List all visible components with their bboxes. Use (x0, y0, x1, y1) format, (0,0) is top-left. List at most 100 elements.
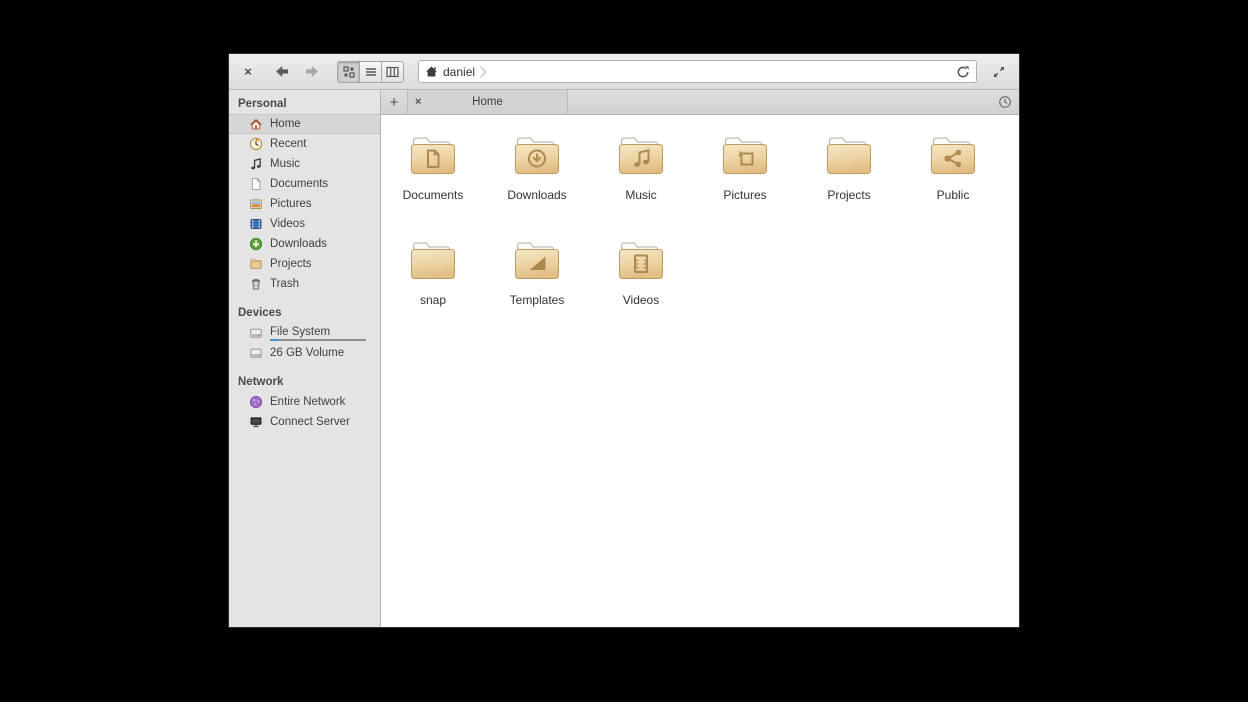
sidebar-item-recent[interactable]: Recent (229, 134, 380, 154)
sidebar-item-connect-server[interactable]: Connect Server (229, 412, 380, 432)
sidebar-item-projects[interactable]: Projects (229, 254, 380, 274)
file-item-public[interactable]: Public (901, 135, 1005, 202)
sidebar-item-label: Documents (270, 178, 328, 190)
sidebar-item-pictures[interactable]: Pictures (229, 194, 380, 214)
tab-bar: + × Home (381, 90, 1019, 115)
maximize-button[interactable] (989, 62, 1009, 82)
icon-grid: Documents Downloads (381, 135, 1019, 307)
videos-icon (249, 217, 263, 231)
sidebar-item-label: Projects (270, 258, 312, 270)
sidebar-item-label: Recent (270, 138, 306, 150)
pictures-icon (249, 197, 263, 211)
file-item-videos[interactable]: Videos (589, 240, 693, 307)
expand-icon (992, 65, 1006, 79)
sidebar-item-trash[interactable]: Trash (229, 274, 380, 294)
column-view-icon (386, 66, 399, 78)
file-label: Public (937, 188, 970, 202)
forward-arrow-icon (304, 64, 320, 79)
column-view-button[interactable] (382, 62, 403, 82)
sidebar-item-26gb-volume[interactable]: 26 GB Volume (229, 343, 380, 363)
tab-label: Home (408, 96, 567, 108)
tab-home[interactable]: × Home (408, 90, 568, 114)
sidebar-item-downloads[interactable]: Downloads (229, 234, 380, 254)
file-item-templates[interactable]: Templates (485, 240, 589, 307)
grid-view-icon (343, 66, 355, 78)
document-icon (249, 177, 263, 191)
history-clock-icon (998, 95, 1012, 109)
network-icon (249, 395, 263, 409)
refresh-button[interactable] (956, 65, 970, 79)
breadcrumb-home[interactable]: daniel (425, 65, 475, 79)
sidebar-item-home[interactable]: Home (229, 114, 380, 134)
folder-snap-icon (408, 240, 458, 282)
main-pane: + × Home (381, 90, 1019, 627)
harddisk-icon (249, 346, 263, 360)
disk-usage-fill (270, 339, 279, 341)
sidebar-item-label: Entire Network (270, 396, 345, 408)
folder-music-icon (616, 135, 666, 177)
music-icon (249, 157, 263, 171)
refresh-icon (956, 65, 970, 79)
view-switcher (337, 61, 404, 83)
sidebar-item-music[interactable]: Music (229, 154, 380, 174)
trash-icon (249, 277, 263, 291)
file-item-pictures[interactable]: Pictures (693, 135, 797, 202)
file-item-music[interactable]: Music (589, 135, 693, 202)
sidebar-item-label: Home (270, 118, 301, 130)
sidebar-item-label: 26 GB Volume (270, 347, 344, 359)
folder-documents-icon (408, 135, 458, 177)
file-label: Projects (827, 188, 870, 202)
file-item-downloads[interactable]: Downloads (485, 135, 589, 202)
file-label: Videos (623, 293, 659, 307)
path-bar[interactable]: daniel (418, 60, 977, 83)
folder-projects-icon (824, 135, 874, 177)
sidebar-header-devices: Devices (229, 301, 380, 323)
harddisk-icon (249, 326, 263, 340)
sidebar-item-label: File System (270, 326, 366, 338)
file-item-projects[interactable]: Projects (797, 135, 901, 202)
folder-templates-icon (512, 240, 562, 282)
recent-icon (249, 137, 263, 151)
sidebar-header-personal: Personal (229, 92, 380, 114)
chevron-right-icon (479, 64, 487, 80)
new-tab-button[interactable]: + (381, 90, 408, 114)
folder-public-icon (928, 135, 978, 177)
folder-downloads-icon (512, 135, 562, 177)
sidebar-item-label: Pictures (270, 198, 312, 210)
file-label: Templates (510, 293, 565, 307)
home-icon (425, 65, 438, 78)
sidebar-item-documents[interactable]: Documents (229, 174, 380, 194)
folder-icon (249, 257, 263, 271)
grid-view-button[interactable] (338, 62, 360, 82)
file-view: Documents Downloads (381, 115, 1019, 627)
back-button[interactable] (271, 61, 293, 83)
home-icon (249, 117, 263, 131)
folder-pictures-icon (720, 135, 770, 177)
sidebar-item-label: Connect Server (270, 416, 350, 428)
sidebar-item-videos[interactable]: Videos (229, 214, 380, 234)
downloads-icon (249, 237, 263, 251)
window-body: Personal Home (229, 90, 1019, 627)
file-label: snap (420, 293, 446, 307)
tab-close-icon[interactable]: × (415, 96, 421, 108)
folder-videos-icon (616, 240, 666, 282)
file-label: Pictures (723, 188, 766, 202)
sidebar-item-label: Videos (270, 218, 305, 230)
sidebar-item-file-system[interactable]: File System (229, 323, 380, 343)
window-close-button[interactable]: × (239, 63, 257, 81)
forward-button[interactable] (301, 61, 323, 83)
server-icon (249, 415, 263, 429)
back-arrow-icon (274, 64, 290, 79)
breadcrumb-label: daniel (443, 65, 475, 79)
file-item-documents[interactable]: Documents (381, 135, 485, 202)
file-label: Downloads (507, 188, 566, 202)
list-view-button[interactable] (360, 62, 382, 82)
sidebar-item-label: Downloads (270, 238, 327, 250)
toolbar: × (229, 54, 1019, 90)
sidebar-header-network: Network (229, 370, 380, 392)
file-label: Music (625, 188, 656, 202)
sidebar-item-entire-network[interactable]: Entire Network (229, 392, 380, 412)
disk-usage-bar (270, 339, 366, 341)
restore-closed-tab-button[interactable] (991, 90, 1019, 114)
file-item-snap[interactable]: snap (381, 240, 485, 307)
